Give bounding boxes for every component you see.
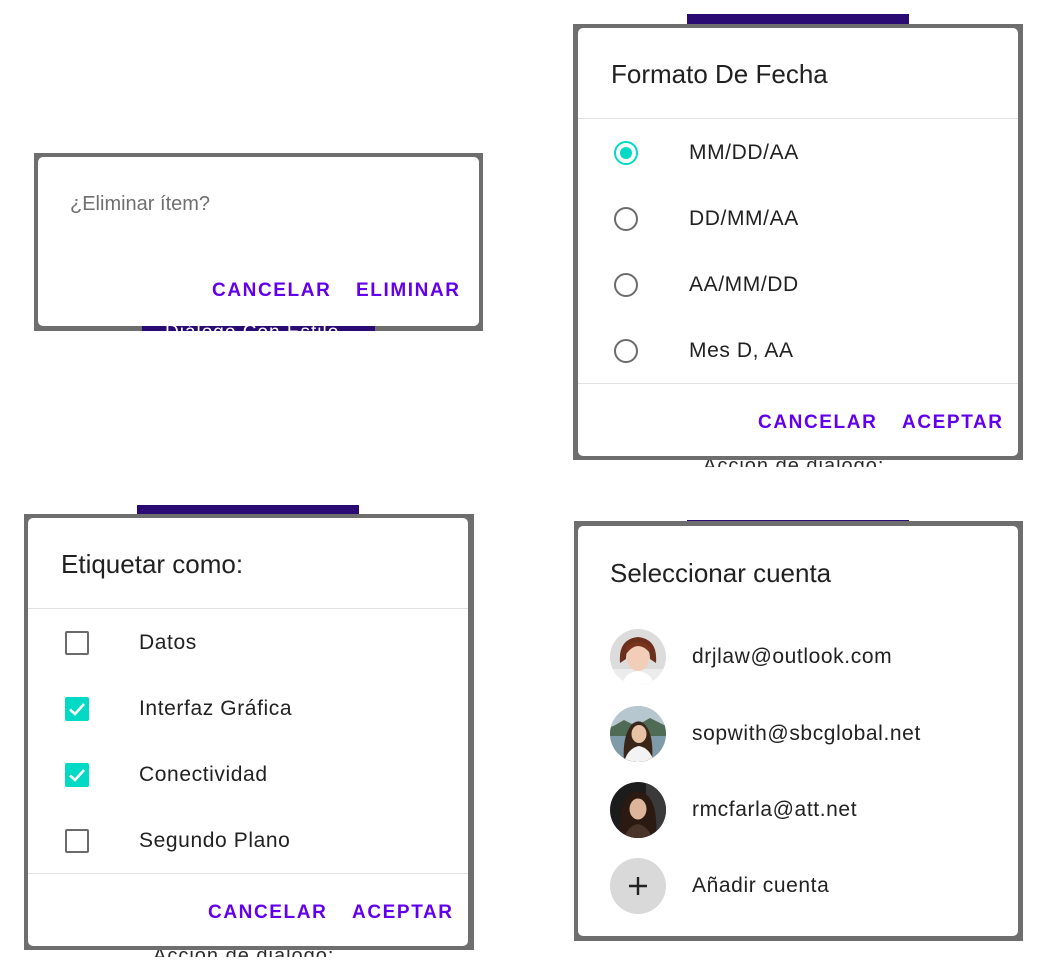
date-dialog-bottom-divider [578,383,1018,384]
label-dialog-top-divider [28,608,468,609]
underlying-dialog-action-text: Acción de diálogo: [703,460,884,467]
account-email: drjlaw@outlook.com [692,645,893,668]
label-dialog-bottom-divider [28,873,468,874]
date-option-row[interactable]: MM/DD/AA [578,120,1018,186]
add-account-label: Añadir cuenta [692,874,830,897]
date-dialog-top-divider [578,118,1018,119]
account-email: sopwith@sbcglobal.net [692,722,921,745]
checkbox-checked-icon[interactable] [65,763,89,787]
account-row[interactable]: drjlaw@outlook.com [578,624,1018,690]
date-option-row[interactable]: DD/MM/AA [578,186,1018,252]
radio-unchecked-icon[interactable] [614,339,638,363]
label-option-row[interactable]: Conectividad [28,742,468,808]
delete-dialog-cancel-button[interactable]: CANCELAR [212,280,331,302]
add-account-row[interactable]: Añadir cuenta [578,853,1018,919]
label-option-label: Datos [139,631,197,654]
checkbox-checked-icon[interactable] [65,697,89,721]
label-option-label: Interfaz Gráfica [139,697,293,720]
account-row[interactable]: rmcfarla@att.net [578,777,1018,843]
date-option-label: AA/MM/DD [689,273,799,296]
account-dialog: Seleccionar cuenta drjlaw@outlook.com so… [578,526,1018,936]
checkbox-unchecked-icon[interactable] [65,631,89,655]
delete-dialog-message: ¿Eliminar ítem? [70,193,211,215]
date-dialog-cancel-button[interactable]: CANCELAR [758,412,877,434]
checkbox-unchecked-icon[interactable] [65,829,89,853]
date-option-row[interactable]: AA/MM/DD [578,252,1018,318]
date-option-label: Mes D, AA [689,339,794,362]
radio-unchecked-icon[interactable] [614,273,638,297]
avatar [610,706,666,762]
date-option-row[interactable]: Mes D, AA [578,318,1018,384]
radio-checked-icon[interactable] [614,141,638,165]
date-dialog-accept-button[interactable]: ACEPTAR [902,412,1004,434]
avatar [610,782,666,838]
label-dialog-cancel-button[interactable]: CANCELAR [208,902,327,924]
account-dialog-title: Seleccionar cuenta [610,558,832,588]
date-dialog-title: Formato De Fecha [611,59,828,89]
label-dialog-title: Etiquetar como: [61,549,244,579]
label-option-label: Conectividad [139,763,268,786]
date-option-label: MM/DD/AA [689,141,799,164]
account-email: rmcfarla@att.net [692,798,858,821]
delete-dialog: ¿Eliminar ítem? CANCELAR ELIMINAR [38,157,479,326]
label-option-row[interactable]: Interfaz Gráfica [28,676,468,742]
account-row[interactable]: sopwith@sbcglobal.net [578,701,1018,767]
label-dialog: Etiquetar como: Datos Interfaz Gráfica C… [28,518,468,946]
underlying-dialog-action-text: Acción de diálogo: [153,950,334,957]
radio-unchecked-icon[interactable] [614,207,638,231]
label-option-label: Segundo Plano [139,829,291,852]
date-option-label: DD/MM/AA [689,207,799,230]
label-option-row[interactable]: Segundo Plano [28,808,468,874]
delete-dialog-confirm-button[interactable]: ELIMINAR [356,280,461,302]
plus-icon[interactable] [610,858,666,914]
date-format-dialog: Formato De Fecha MM/DD/AA DD/MM/AA AA/MM… [578,28,1018,456]
avatar [610,629,666,685]
label-option-row[interactable]: Datos [28,610,468,676]
label-dialog-accept-button[interactable]: ACEPTAR [352,902,454,924]
